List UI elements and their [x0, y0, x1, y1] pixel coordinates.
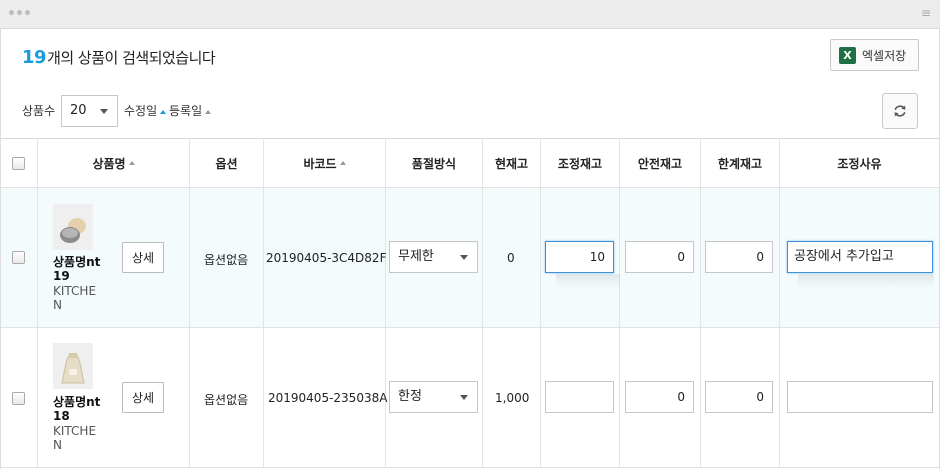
page-size-value: 20 — [70, 103, 87, 118]
refresh-button[interactable] — [882, 93, 918, 129]
product-category: KITCHE N — [53, 424, 97, 452]
header-product-name[interactable]: 상품명 — [38, 139, 189, 187]
product-image-icon — [53, 204, 93, 250]
excel-icon: X — [839, 46, 856, 64]
header-barcode[interactable]: 바코드 — [264, 139, 385, 187]
sort-registered-label: 등록일 — [169, 104, 203, 118]
col-divider — [189, 138, 190, 468]
col-divider — [482, 138, 483, 468]
header-label: 옵션 — [215, 156, 238, 171]
page-size-select[interactable]: 20 — [61, 95, 118, 127]
barcode-value: 20190405-3C4D82F — [266, 251, 387, 265]
result-count: 19개의 상품이 검색되었습니다 — [22, 47, 216, 68]
header-label: 바코드 — [303, 156, 337, 171]
adjust-reason-input[interactable]: 공장에서 추가입고 — [787, 241, 933, 273]
result-count-text: 개의 상품이 검색되었습니다 — [47, 49, 216, 67]
product-thumbnail — [53, 343, 93, 389]
header-label: 품절방식 — [411, 156, 457, 171]
limit-stock-input[interactable]: 0 — [705, 241, 773, 273]
col-divider — [779, 138, 780, 468]
header-option: 옵션 — [190, 139, 263, 187]
sort-asc-icon — [339, 161, 346, 165]
safety-stock-input[interactable]: 0 — [625, 241, 694, 273]
chevron-down-icon — [460, 395, 468, 400]
header-label: 한계재고 — [717, 156, 763, 171]
sort-asc-icon — [205, 109, 212, 114]
adjust-stock-input[interactable]: 10 — [545, 241, 614, 273]
safety-stock-input[interactable]: 0 — [625, 381, 694, 413]
soldout-select[interactable]: 한정 — [389, 381, 478, 413]
col-divider — [700, 138, 701, 468]
current-stock-value: 0 — [507, 251, 515, 265]
page-size-label: 상품수 — [22, 104, 56, 118]
select-all-checkbox[interactable] — [12, 157, 25, 170]
col-divider — [37, 138, 38, 468]
result-count-number: 19 — [22, 47, 47, 68]
detail-button[interactable]: 상세 — [122, 242, 164, 273]
header-label: 조정사유 — [837, 156, 882, 171]
header-safety-stock: 안전재고 — [620, 139, 700, 187]
soldout-select[interactable]: 무제한 — [389, 241, 478, 273]
header-adjust-reason: 조정사유 — [780, 139, 939, 187]
header-current-stock: 현재고 — [483, 139, 540, 187]
col-divider — [619, 138, 620, 468]
product-thumbnail — [53, 204, 93, 250]
adjust-reason-input[interactable] — [787, 381, 933, 413]
col-divider — [385, 138, 386, 468]
window-dots-icon — [9, 10, 30, 15]
table-row-divider — [1, 327, 939, 328]
sort-asc-icon — [128, 161, 135, 165]
sort-registered[interactable]: 등록일 — [169, 102, 212, 119]
header-adjust-stock: 조정재고 — [541, 139, 619, 187]
sort-asc-icon — [160, 109, 167, 114]
header-label: 현재고 — [494, 156, 529, 171]
header-limit-stock: 한계재고 — [701, 139, 779, 187]
col-divider — [263, 138, 264, 468]
row-checkbox[interactable] — [12, 251, 25, 264]
adjust-stock-input[interactable] — [545, 381, 614, 413]
detail-button[interactable]: 상세 — [122, 382, 164, 413]
refresh-icon — [894, 105, 906, 117]
row-checkbox[interactable] — [12, 392, 25, 405]
product-name[interactable]: 상품명nt 18 — [53, 395, 103, 423]
soldout-value: 한정 — [398, 389, 422, 404]
current-stock-value: 1,000 — [495, 391, 530, 405]
header-label: 조정재고 — [557, 156, 603, 171]
input-shadow — [798, 274, 934, 288]
hamburger-menu-icon[interactable]: ≡ — [921, 7, 931, 19]
barcode-value: 20190405-235038A — [268, 391, 388, 405]
table-bottom-border — [1, 467, 939, 468]
window-titlebar: ≡ — [0, 0, 940, 29]
product-category: KITCHE N — [53, 284, 97, 312]
excel-save-label: 엑셀저장 — [862, 48, 907, 63]
header-label: 안전재고 — [637, 156, 683, 171]
sort-modified-label: 수정일 — [124, 104, 158, 118]
input-shadow — [556, 274, 620, 288]
limit-stock-input[interactable]: 0 — [705, 381, 773, 413]
col-divider — [540, 138, 541, 468]
option-value: 옵션없음 — [204, 253, 249, 267]
product-name[interactable]: 상품명nt 19 — [53, 255, 103, 283]
soldout-value: 무제한 — [398, 249, 434, 264]
excel-save-button[interactable]: X 엑셀저장 — [830, 39, 919, 71]
option-value: 옵션없음 — [204, 393, 249, 407]
chevron-down-icon — [460, 255, 468, 260]
chevron-down-icon — [100, 109, 108, 114]
header-label: 상품명 — [92, 156, 126, 171]
table-header-divider — [1, 187, 939, 188]
sort-modified[interactable]: 수정일 — [124, 102, 167, 119]
header-soldout-method: 품절방식 — [386, 139, 482, 187]
product-image-icon — [53, 343, 93, 389]
